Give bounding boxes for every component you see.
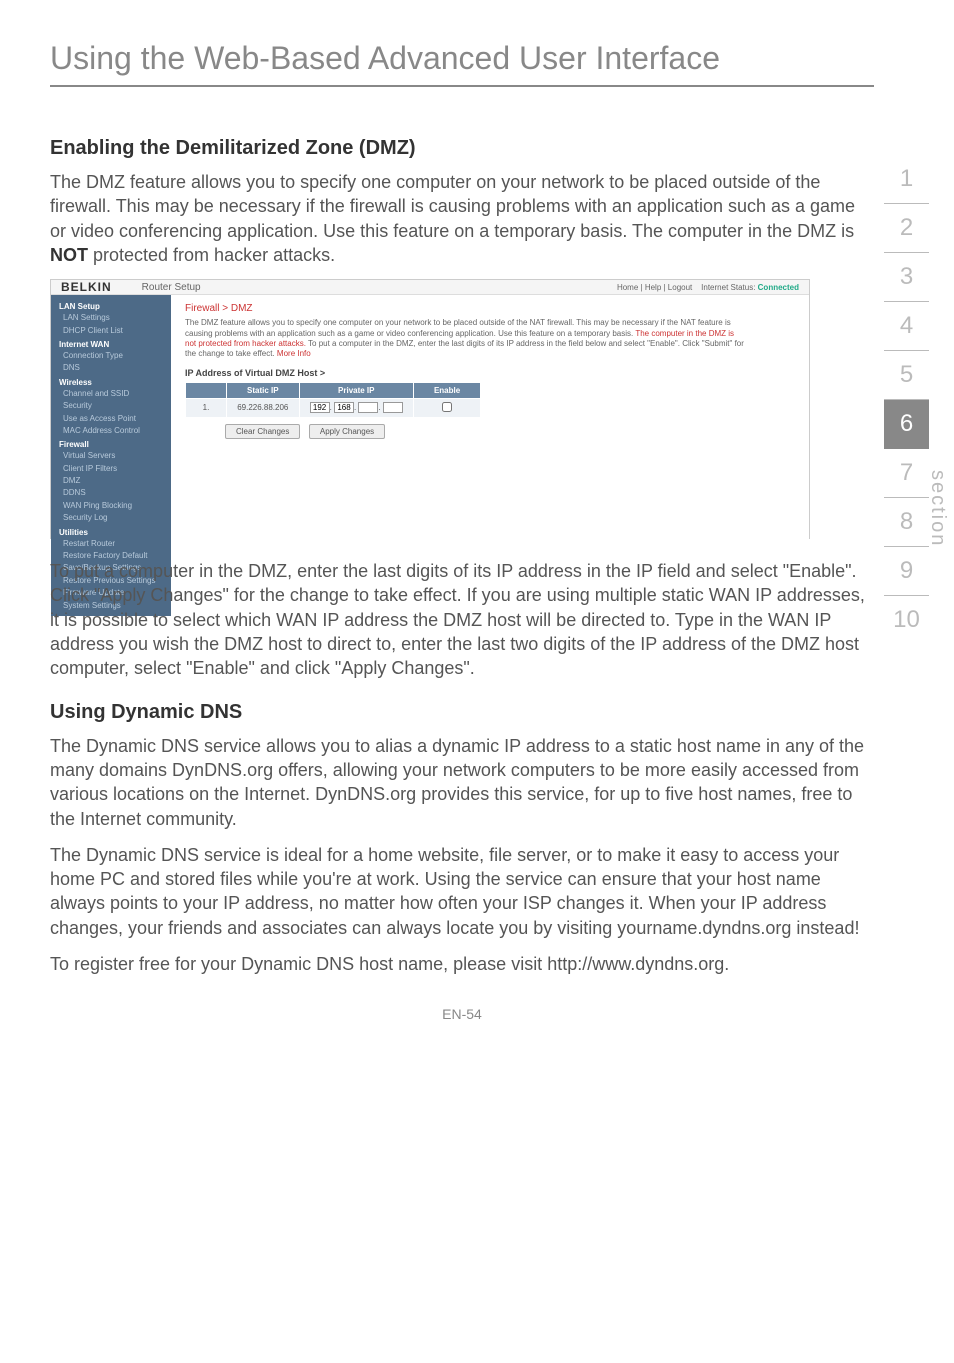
sidebar-item-use-as-access-point[interactable]: Use as Access Point: [51, 413, 171, 425]
col-private-ip: Private IP: [299, 382, 413, 398]
section-nav-8[interactable]: 8: [884, 498, 929, 547]
ip-octet-3[interactable]: [358, 402, 378, 413]
cell-private-ip: . . .: [299, 398, 413, 417]
ip-octet-2[interactable]: [334, 402, 354, 413]
sidebar-item-mac-address-control[interactable]: MAC Address Control: [51, 425, 171, 437]
router-top-right: Home | Help | Logout Internet Status: Co…: [617, 283, 799, 292]
dmz-intro-before: The DMZ feature allows you to specify on…: [50, 172, 855, 241]
sidebar-item-restart-router[interactable]: Restart Router: [51, 538, 171, 550]
dmz-intro: The DMZ feature allows you to specify on…: [50, 170, 874, 267]
section-nav-3[interactable]: 3: [884, 253, 929, 302]
sidebar-item-lan-settings[interactable]: LAN Settings: [51, 312, 171, 324]
router-topbar: BELKIN Router Setup Home | Help | Logout…: [51, 280, 809, 295]
ddns-para2: The Dynamic DNS service is ideal for a h…: [50, 843, 874, 940]
section-nav-2[interactable]: 2: [884, 204, 929, 253]
sidebar-group-internet-wan: Internet WAN: [51, 337, 171, 350]
sidebar-item-channel-and-ssid[interactable]: Channel and SSID: [51, 388, 171, 400]
section-nav-7[interactable]: 7: [884, 449, 929, 498]
router-description: The DMZ feature allows you to specify on…: [185, 318, 745, 360]
router-top-title: Router Setup: [142, 282, 201, 293]
title-rule: [50, 85, 874, 87]
sidebar-item-virtual-servers[interactable]: Virtual Servers: [51, 450, 171, 462]
section-nav-1[interactable]: 1: [884, 155, 929, 204]
sidebar-item-wan-ping-blocking[interactable]: WAN Ping Blocking: [51, 500, 171, 512]
sidebar-item-connection-type[interactable]: Connection Type: [51, 350, 171, 362]
sidebar-group-lan-setup: LAN Setup: [51, 299, 171, 312]
section-nav-9[interactable]: 9: [884, 547, 929, 596]
sidebar-group-utilities: Utilities: [51, 525, 171, 538]
section-nav-6[interactable]: 6: [884, 400, 929, 449]
dmz-intro-bold: NOT: [50, 245, 88, 265]
sidebar-group-wireless: Wireless: [51, 375, 171, 388]
sidebar-item-security-log[interactable]: Security Log: [51, 512, 171, 524]
section-nav: 12345678910: [884, 155, 929, 644]
router-top-links[interactable]: Home | Help | Logout: [617, 283, 692, 292]
cell-static-ip: 69.226.88.206: [227, 398, 300, 417]
dmz-intro-after: protected from hacker attacks.: [88, 245, 335, 265]
section-label: section: [926, 470, 949, 547]
sidebar-item-dhcp-client-list[interactable]: DHCP Client List: [51, 325, 171, 337]
enable-checkbox[interactable]: [442, 402, 452, 412]
ip-octet-1[interactable]: [310, 402, 330, 413]
cell-enable: [413, 398, 480, 417]
dmz-heading: Enabling the Demilitarized Zone (DMZ): [50, 137, 874, 160]
router-more-info-link[interactable]: More Info: [277, 349, 311, 358]
page-title: Using the Web-Based Advanced User Interf…: [50, 40, 874, 77]
apply-changes-button[interactable]: Apply Changes: [309, 424, 385, 439]
section-nav-10[interactable]: 10: [884, 596, 929, 644]
col-static-ip: Static IP: [227, 382, 300, 398]
col-enable: Enable: [413, 382, 480, 398]
router-subheading: IP Address of Virtual DMZ Host >: [185, 368, 795, 378]
clear-changes-button[interactable]: Clear Changes: [225, 424, 300, 439]
sidebar-item-security[interactable]: Security: [51, 400, 171, 412]
ddns-heading: Using Dynamic DNS: [50, 701, 874, 724]
sidebar-item-dns[interactable]: DNS: [51, 362, 171, 374]
router-breadcrumb: Firewall > DMZ: [185, 303, 795, 314]
dmz-table: Static IP Private IP Enable 1. 69.226.88…: [185, 382, 481, 418]
table-header-row: Static IP Private IP Enable: [186, 382, 481, 398]
section-nav-5[interactable]: 5: [884, 351, 929, 400]
sidebar-item-client-ip-filters[interactable]: Client IP Filters: [51, 463, 171, 475]
dmz-para2: To put a computer in the DMZ, enter the …: [50, 559, 874, 680]
ddns-para3: To register free for your Dynamic DNS ho…: [50, 952, 874, 976]
page-footer: EN-54: [50, 1006, 874, 1022]
table-row: 1. 69.226.88.206 . . .: [186, 398, 481, 417]
section-nav-4[interactable]: 4: [884, 302, 929, 351]
router-logo: BELKIN: [61, 280, 112, 294]
router-screenshot: BELKIN Router Setup Home | Help | Logout…: [50, 279, 810, 539]
sidebar-item-ddns[interactable]: DDNS: [51, 487, 171, 499]
ddns-para1: The Dynamic DNS service allows you to al…: [50, 734, 874, 831]
sidebar-group-firewall: Firewall: [51, 437, 171, 450]
router-buttons: Clear Changes Apply Changes: [225, 424, 795, 439]
cell-index: 1.: [186, 398, 227, 417]
sidebar-item-dmz[interactable]: DMZ: [51, 475, 171, 487]
router-status-label: Internet Status:: [701, 283, 755, 292]
ip-octet-4[interactable]: [383, 402, 403, 413]
router-status-value: Connected: [758, 283, 799, 292]
col-blank: [186, 382, 227, 398]
